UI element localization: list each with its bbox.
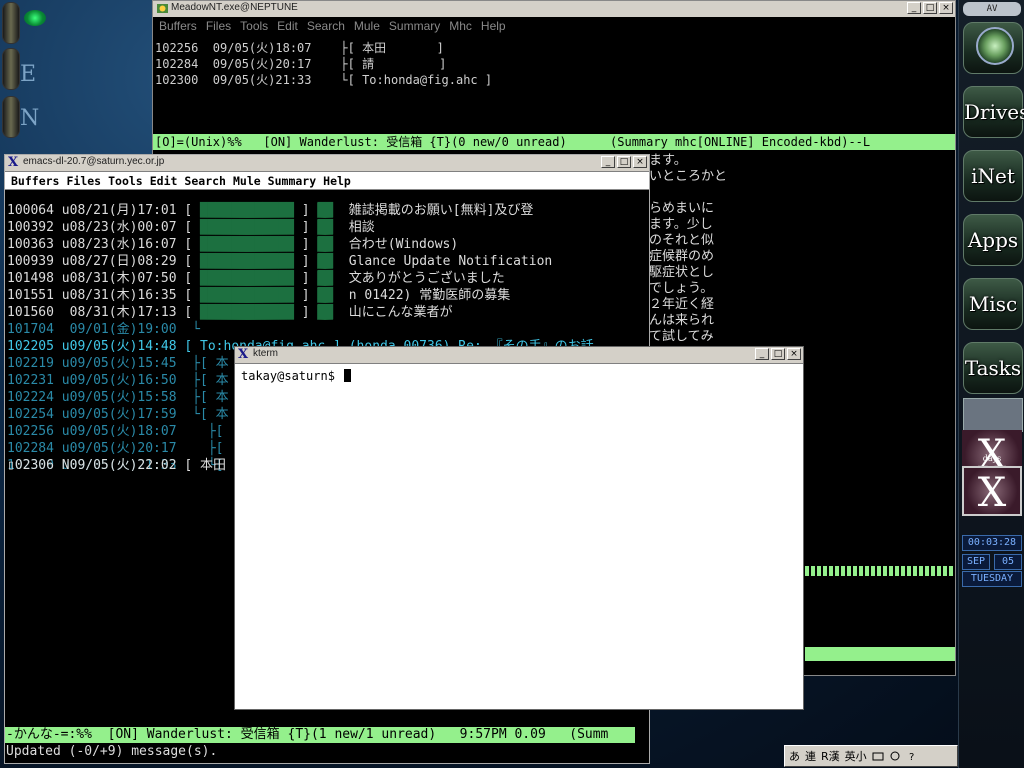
menu-edit[interactable]: Edit — [150, 174, 178, 188]
close-button[interactable]: × — [633, 156, 647, 168]
message-text-line: いところかと — [649, 169, 728, 184]
knob-icon — [976, 27, 1014, 65]
ring-decoration — [2, 96, 20, 138]
kterm-titlebar[interactable]: X kterm _ □ × — [235, 347, 803, 364]
maximize-button[interactable]: □ — [923, 2, 937, 14]
menu-buffers[interactable]: Buffers — [11, 174, 59, 188]
minimize-button[interactable]: _ — [755, 348, 769, 360]
dock-knob-button[interactable] — [963, 22, 1023, 74]
menu-files[interactable]: Files — [206, 19, 231, 33]
maximize-button[interactable]: □ — [771, 348, 785, 360]
dock-button-drives[interactable]: Drives — [963, 86, 1024, 138]
summary-row-current[interactable]: ▯02306 N09/05(火)22:02 [ 本田 — [7, 454, 226, 473]
clock-display: 00:03:28 — [962, 535, 1022, 551]
uptime-label: days — [982, 454, 1002, 463]
dock-top-label[interactable]: AV — [963, 2, 1021, 16]
svg-text:?: ? — [909, 752, 914, 762]
x-logo-icon: X — [8, 155, 19, 170]
ring-decoration — [2, 2, 20, 44]
summary-row[interactable]: 102256 09/05(火)18:07 ├[ 本田 ] — [155, 39, 444, 56]
day-display: 05 — [994, 554, 1022, 570]
maximize-button[interactable]: □ — [617, 156, 631, 168]
menu-tools[interactable]: Tools — [108, 174, 143, 188]
echo-area: Updated (-0/+9) message(s). — [6, 744, 218, 759]
menu-search[interactable]: Search — [307, 19, 345, 33]
message-text-line: て試してみ — [649, 329, 714, 344]
emacs-modeline: -かんな-=:%% [ON] Wanderlust: 受信箱 {T}(1 new… — [5, 727, 635, 743]
deco-letter: E — [20, 62, 37, 87]
kterm-title: kterm — [253, 348, 278, 359]
x-logo-icon: X — [977, 470, 1007, 516]
x-logo-icon: X — [238, 347, 249, 362]
minimize-button[interactable]: _ — [601, 156, 615, 168]
kterm-window[interactable]: X kterm _ □ × takay@saturn$ — [234, 346, 804, 710]
dock-panel: AV Drives iNet Apps Misc Tasks — [958, 0, 1024, 768]
terminal-prompt[interactable]: takay@saturn$ — [241, 369, 352, 383]
close-button[interactable]: × — [787, 348, 801, 360]
dock-button-tasks[interactable]: Tasks — [963, 342, 1023, 394]
weekday-display: TUESDAY — [962, 571, 1022, 587]
modeline-fragment — [805, 647, 955, 661]
emacs-title: emacs-dl-20.7@saturn.yec.or.jp — [23, 156, 165, 167]
menu-mhc[interactable]: Mhc — [449, 19, 472, 33]
emacs-titlebar[interactable]: X emacs-dl-20.7@saturn.yec.or.jp _ □ × — [5, 155, 649, 172]
ime-mode[interactable]: あ — [789, 748, 800, 764]
month-display: SEP — [962, 554, 990, 570]
meadow-app-icon — [157, 4, 168, 13]
summary-row[interactable]: 102284 09/05(火)20:17 ├[ 請 ] — [155, 55, 446, 72]
modeline-fragment — [805, 566, 955, 576]
meadow-title: MeadowNT.exe@NEPTUNE — [171, 2, 298, 13]
help-icon[interactable]: ? — [906, 750, 918, 762]
meadow-menubar: Buffers Files Tools Edit Search Mule Sum… — [153, 17, 955, 35]
uptime-monitor: days X — [962, 454, 1022, 516]
text-cursor — [344, 369, 352, 382]
close-button[interactable]: × — [939, 2, 953, 14]
menu-help[interactable]: Help — [323, 174, 351, 188]
menu-tools[interactable]: Tools — [240, 19, 268, 33]
ime-romaji[interactable]: R漢 — [821, 748, 840, 764]
dock-button-apps[interactable]: Apps — [963, 214, 1023, 266]
keyboard-icon[interactable] — [872, 750, 884, 762]
pager-icon[interactable] — [963, 398, 1023, 432]
ime-toolbar: あ 連 R漢 英小 ? — [784, 745, 958, 767]
ime-conversion[interactable]: 連 — [805, 748, 816, 764]
ring-decoration — [2, 48, 20, 90]
ime-charset[interactable]: 英小 — [845, 748, 867, 764]
menu-edit[interactable]: Edit — [277, 19, 298, 33]
settings-icon[interactable] — [889, 750, 901, 762]
meadow-modeline: [O]=(Unix)%% [ON] Wanderlust: 受信箱 {T}(0 … — [153, 134, 955, 150]
menu-files[interactable]: Files — [66, 174, 101, 188]
menu-search[interactable]: Search — [184, 174, 226, 188]
deco-letter: N — [20, 106, 40, 131]
emacs-menubar: Buffers Files Tools Edit Search Mule Sum… — [5, 172, 649, 190]
menu-summary[interactable]: Summary — [268, 174, 316, 188]
status-light-icon — [24, 10, 46, 26]
menu-mule[interactable]: Mule — [354, 19, 380, 33]
menu-mule[interactable]: Mule — [233, 174, 261, 188]
minimize-button[interactable]: _ — [907, 2, 921, 14]
menu-buffers[interactable]: Buffers — [159, 19, 197, 33]
dock-button-inet[interactable]: iNet — [963, 150, 1023, 202]
menu-summary[interactable]: Summary — [389, 19, 440, 33]
menu-help[interactable]: Help — [481, 19, 506, 33]
summary-row[interactable]: 102300 09/05(火)21:33 └[ To:honda@fig.ahc… — [155, 71, 492, 88]
dock-button-misc[interactable]: Misc — [963, 278, 1023, 330]
meadow-titlebar[interactable]: MeadowNT.exe@NEPTUNE _ □ × — [153, 1, 955, 18]
